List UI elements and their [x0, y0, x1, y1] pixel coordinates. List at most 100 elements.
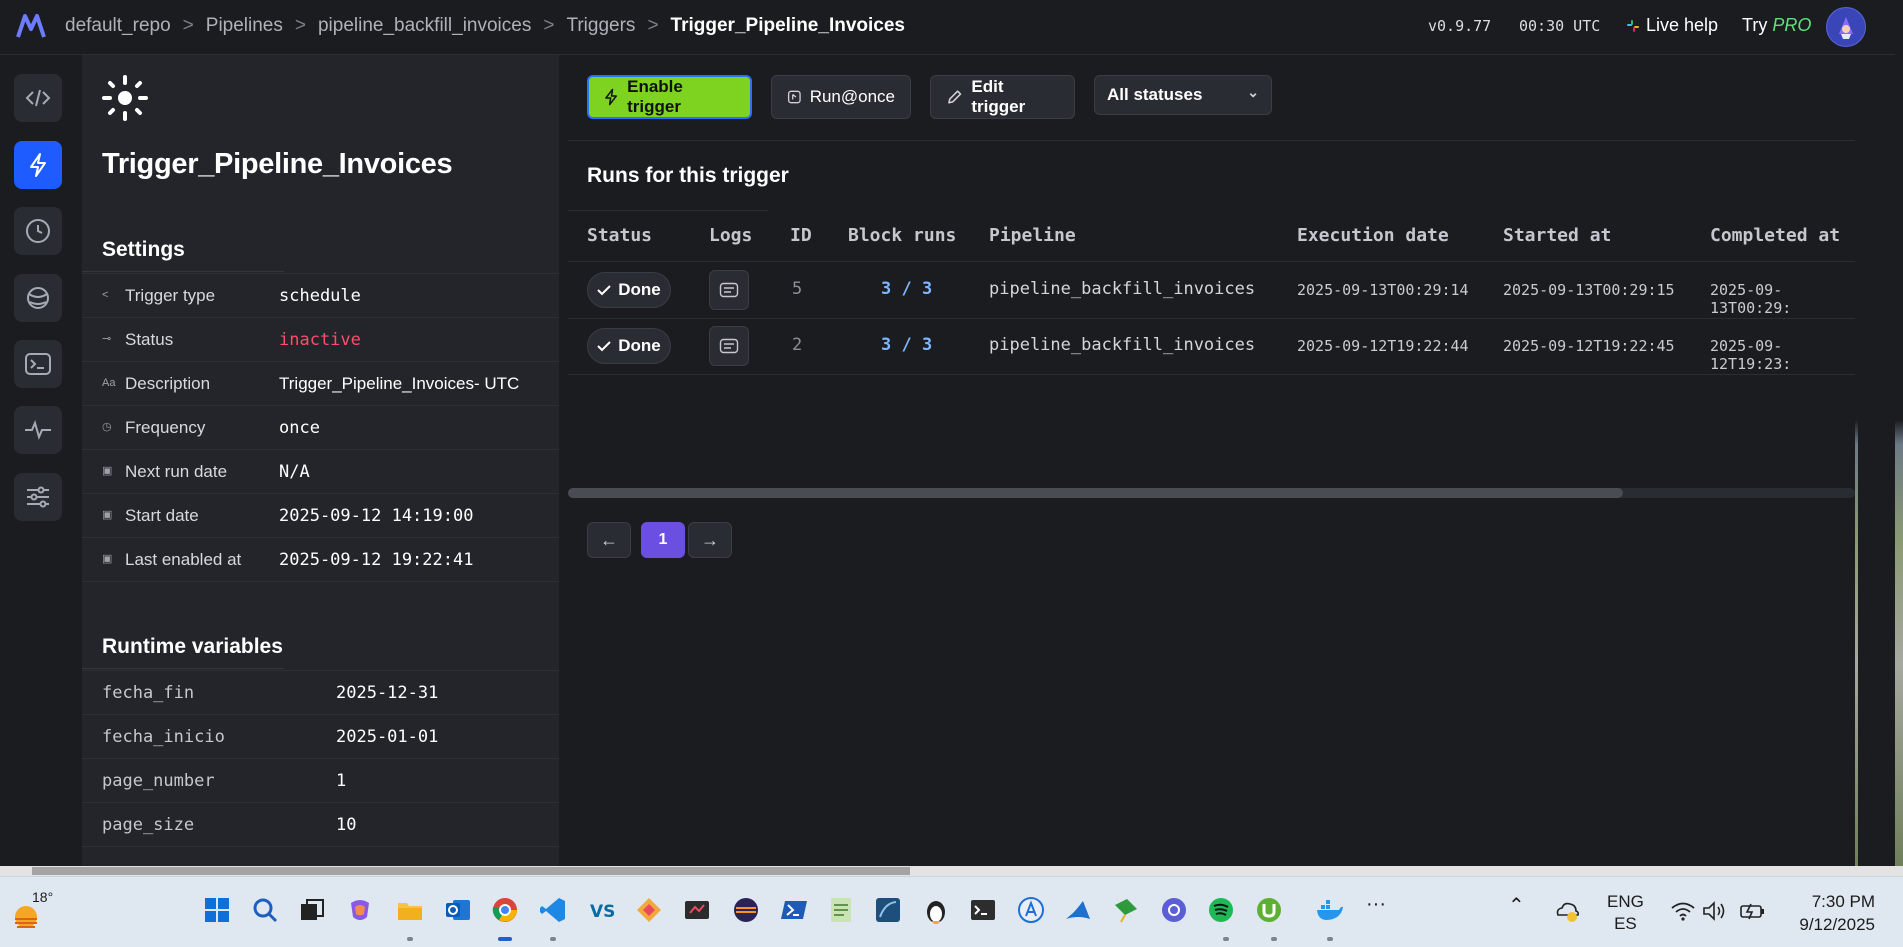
utorrent-icon[interactable]	[1254, 895, 1284, 925]
block-runs-link[interactable]: 3 / 3	[881, 335, 932, 355]
docker-icon[interactable]	[1314, 895, 1344, 925]
runtime-variable-row: fecha_inicio 2025-01-01	[82, 714, 559, 759]
run-once-button[interactable]: Run@once	[771, 75, 911, 119]
enable-trigger-label: Enable trigger	[627, 77, 683, 116]
column-header-id[interactable]: ID	[790, 225, 812, 246]
runtime-variable-row-partial	[82, 846, 559, 866]
live-help-button[interactable]: Live help	[1626, 15, 1718, 36]
planet-icon[interactable]	[14, 274, 62, 322]
variable-value: 1	[336, 771, 347, 791]
runtime-variable-row: page_number 1	[82, 758, 559, 803]
column-header-completed-at[interactable]: Completed at	[1710, 225, 1840, 246]
pipeline-name[interactable]: pipeline_backfill_invoices	[989, 335, 1255, 355]
page-number-button[interactable]: 1	[641, 522, 685, 558]
text-icon: Aa	[102, 377, 116, 389]
chevron-up-icon[interactable]: ⌃	[1508, 893, 1525, 918]
logs-button[interactable]	[709, 270, 749, 310]
system-clock[interactable]: 7:30 PM 9/12/2025	[1789, 890, 1875, 936]
shark-app-icon[interactable]	[1063, 895, 1093, 925]
vs-app-icon[interactable]: VS	[587, 895, 617, 925]
logs-button[interactable]	[709, 326, 749, 366]
column-header-logs[interactable]: Logs	[709, 225, 752, 246]
enable-trigger-button[interactable]: Enable trigger	[587, 75, 752, 119]
volume-icon[interactable]	[1701, 899, 1727, 923]
chrome-icon[interactable]	[490, 895, 520, 925]
copilot-icon[interactable]	[345, 895, 375, 925]
eclipse-icon[interactable]	[731, 895, 761, 925]
battery-plugged-icon[interactable]	[1738, 899, 1766, 923]
setting-label: Description	[125, 374, 211, 393]
table-row[interactable]: Done 2 3 / 3 pipeline_backfill_invoices …	[568, 318, 1855, 375]
arrow-left-icon[interactable]: ←	[587, 522, 631, 558]
try-pro-button[interactable]: Try PRO	[1742, 15, 1811, 36]
column-header-pipeline[interactable]: Pipeline	[989, 225, 1076, 246]
breadcrumb-repo[interactable]: default_repo	[65, 15, 171, 37]
status-badge[interactable]: Done	[587, 328, 671, 364]
share-icon: <	[102, 289, 109, 301]
mysql-workbench-icon[interactable]	[873, 895, 903, 925]
powershell-icon[interactable]	[779, 895, 809, 925]
setting-value: N/A	[279, 462, 310, 482]
wizard-avatar-icon	[1839, 17, 1853, 39]
azure-data-studio-icon[interactable]	[1016, 895, 1046, 925]
wifi-icon[interactable]	[1670, 899, 1696, 923]
onedrive-warning-icon[interactable]	[1554, 899, 1580, 923]
terminal-icon[interactable]	[14, 340, 62, 388]
status-filter-select[interactable]: All statuses ⌄	[1094, 75, 1272, 115]
status-badge[interactable]: Done	[587, 272, 671, 308]
column-header-started-at[interactable]: Started at	[1503, 225, 1611, 246]
vscode-icon[interactable]	[538, 895, 568, 925]
setting-label: Next run date	[125, 462, 228, 481]
calendar-icon: ▣	[102, 553, 113, 565]
arrow-right-icon[interactable]: →	[688, 522, 732, 558]
notepad-icon[interactable]	[826, 895, 856, 925]
calendar-icon: ▣	[102, 509, 113, 521]
linux-penguin-icon[interactable]	[921, 895, 951, 925]
version-label: v0.9.77	[1428, 17, 1492, 35]
block-runs-link[interactable]: 3 / 3	[881, 279, 932, 299]
bolt-icon[interactable]	[14, 141, 62, 189]
edit-trigger-button[interactable]: Edit trigger	[930, 75, 1075, 119]
table-horizontal-scrollbar[interactable]	[568, 488, 1855, 498]
column-header-block-runs[interactable]: Block runs	[848, 225, 956, 246]
setting-row-frequency: ◷ Frequency once	[82, 405, 559, 450]
breadcrumb-triggers[interactable]: Triggers	[566, 15, 635, 37]
task-view-icon[interactable]	[297, 895, 327, 925]
outlook-icon[interactable]	[443, 895, 473, 925]
pulse-icon[interactable]	[14, 406, 62, 454]
spotify-icon[interactable]	[1206, 895, 1236, 925]
execution-date: 2025-09-13T00:29:14	[1297, 281, 1469, 299]
table-row[interactable]: Done 5 3 / 3 pipeline_backfill_invoices …	[568, 262, 1855, 319]
terminal-app-icon[interactable]	[968, 895, 998, 925]
setting-value: once	[279, 418, 320, 438]
git-app-icon[interactable]	[634, 895, 664, 925]
breadcrumb-pipeline[interactable]: pipeline_backfill_invoices	[318, 15, 531, 37]
clock-icon[interactable]	[14, 207, 62, 255]
sliders-icon[interactable]	[14, 473, 62, 521]
column-header-execution-date[interactable]: Execution date	[1297, 225, 1449, 246]
screen-tool-icon[interactable]	[682, 895, 712, 925]
git-client-icon[interactable]	[1159, 895, 1189, 925]
try-label: Try	[1742, 15, 1768, 35]
more-apps-icon[interactable]: ···	[1366, 893, 1386, 916]
code-icon[interactable]	[14, 74, 62, 122]
active-app-indicator	[498, 937, 512, 941]
setting-value: Trigger_Pipeline_Invoices- UTC	[279, 374, 520, 393]
search-icon[interactable]	[250, 895, 280, 925]
language-indicator[interactable]: ENG ES	[1607, 891, 1644, 935]
status-filter-value: All statuses	[1107, 85, 1203, 104]
pencil-icon	[948, 90, 962, 104]
scrollbar-thumb[interactable]	[32, 867, 910, 875]
breadcrumb-pipelines[interactable]: Pipelines	[206, 15, 283, 37]
mage-logo-icon[interactable]	[16, 13, 46, 39]
file-explorer-icon[interactable]	[395, 895, 425, 925]
pipeline-name[interactable]: pipeline_backfill_invoices	[989, 279, 1255, 299]
column-header-status[interactable]: Status	[587, 225, 652, 246]
sun-icon	[102, 75, 148, 121]
scrollbar-thumb[interactable]	[568, 488, 1623, 498]
kite-app-icon[interactable]	[1111, 895, 1141, 925]
toggle-icon: ⊸	[102, 333, 112, 345]
avatar[interactable]	[1826, 7, 1866, 47]
page-horizontal-scrollbar[interactable]	[0, 866, 1903, 876]
windows-start-icon[interactable]	[202, 895, 232, 925]
